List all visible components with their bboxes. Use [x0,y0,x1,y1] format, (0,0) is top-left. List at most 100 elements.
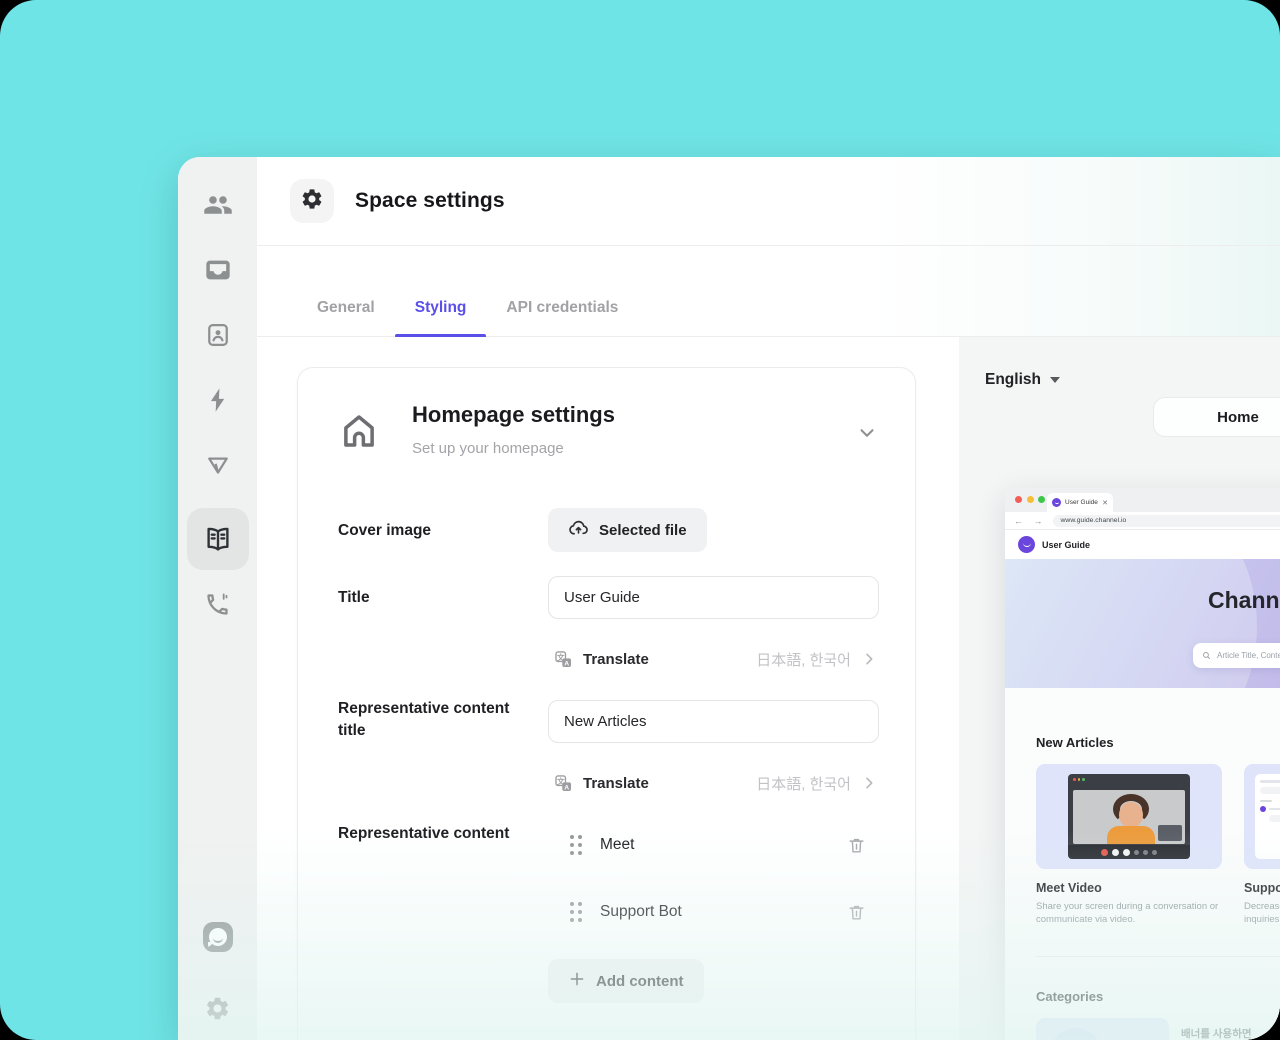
article-description: Share your screen during a conversation … [1036,901,1219,926]
search-placeholder: Article Title, Content [1217,651,1280,660]
sidebar [178,157,257,1040]
book-icon [203,524,233,554]
sidebar-item-contacts[interactable] [190,313,246,357]
language-dropdown[interactable]: English [985,371,1060,389]
sidebar-item-calls[interactable] [190,582,246,626]
trash-icon[interactable] [847,836,866,855]
video-call-thumbnail [1068,774,1190,859]
lightning-icon [204,386,232,414]
site-header: User Guide [1005,530,1280,559]
translate-icon: 文A [554,650,573,669]
plus-icon [568,970,586,992]
browser-chrome-bar: User Guide ✕ [1005,488,1280,512]
channel-logo-icon [1052,498,1061,507]
translate-label: Translate [583,650,649,668]
page-header: Space settings [257,157,1280,246]
home-icon [338,410,380,457]
category-caption: 배너를 사용하면 [1181,1028,1252,1040]
contact-card-icon [204,321,232,349]
phone-icon [204,591,231,618]
tab-bar: General Styling API credentials [257,246,1280,338]
browser-url-bar: ← → www.guide.channel.io [1005,512,1280,530]
gear-icon [204,995,231,1022]
content-item-label: Support Bot [600,903,682,920]
traffic-lights-icon [1015,496,1045,503]
traffic-lights-icon [1073,778,1085,781]
browser-tab: User Guide ✕ [1047,493,1113,512]
svg-text:A: A [564,784,569,791]
card-title: Homepage settings [412,402,615,427]
category-card [1036,1018,1169,1040]
search-icon [1202,647,1211,665]
site-name: User Guide [1042,539,1091,550]
translate-languages: 日本語, 한국어 [756,775,851,793]
settings-pane: Homepage settings Set up your homepage C… [257,337,959,1040]
browser-tab-title: User Guide [1065,499,1098,506]
app-window: Space settings General Styling API crede… [178,157,1280,1040]
caret-down-icon [1049,377,1060,383]
sidebar-item-settings[interactable] [190,986,246,1030]
chat-ui-thumbnail [1255,774,1280,859]
preview-pane: English Home User Guide ✕ ← → www.guide.… [959,337,1280,1040]
language-label: English [985,371,1041,388]
sidebar-item-automation[interactable] [190,378,246,422]
page-title: Space settings [355,189,505,212]
tab-general[interactable]: General [297,299,395,336]
people-icon [203,190,233,220]
sidebar-item-inbox[interactable] [190,248,246,292]
browser-mockup: User Guide ✕ ← → www.guide.channel.io Us… [1005,488,1280,1040]
title-label: Title [338,589,370,606]
new-articles-heading: New Articles [1036,735,1114,750]
translate-label: Translate [583,774,649,792]
article-description-line: inquiries [1244,914,1280,926]
section-divider [1036,956,1280,957]
paper-plane-icon [204,451,232,479]
sidebar-item-messenger[interactable] [202,922,233,952]
sidebar-item-people[interactable] [190,183,246,227]
svg-text:A: A [564,660,569,667]
content-item-row: Support Bot [548,898,879,926]
back-forward-icons: ← → [1014,515,1047,526]
tab-styling[interactable]: Styling [394,299,487,338]
trash-icon[interactable] [847,903,866,922]
close-icon: ✕ [1102,499,1108,507]
translate-row-rep-title[interactable]: 文A Translate 日本語, 한국어 [548,769,879,797]
translate-row-title[interactable]: 文A Translate 日本語, 한국어 [548,645,879,673]
content-item-label: Meet [600,836,635,853]
sidebar-item-campaigns[interactable] [190,443,246,487]
selected-file-button[interactable]: Selected file [548,508,707,552]
homepage-settings-card: Homepage settings Set up your homepage C… [297,367,916,1040]
screen-backdrop: Space settings General Styling API crede… [0,0,1280,1040]
add-content-button[interactable]: Add content [548,959,704,1003]
chevron-right-icon [861,775,877,791]
call-controls [1068,845,1190,859]
cover-image-label: Cover image [338,522,432,539]
selected-file-label: Selected file [599,521,687,539]
article-title: Support Bot [1244,881,1280,895]
rep-content-title-input[interactable] [548,700,879,743]
url-field: www.guide.channel.io [1052,514,1280,527]
preview-tab-home[interactable]: Home [1153,397,1280,437]
pip-thumbnail [1158,825,1182,841]
translate-languages: 日本語, 한국어 [756,651,851,669]
article-card-meet-video [1036,764,1222,869]
title-input[interactable] [548,576,879,619]
article-title: Meet Video [1036,881,1102,895]
hero-banner: Channel Article Title, Content [1005,559,1280,688]
drag-handle-icon[interactable] [570,902,584,922]
chevron-down-icon[interactable] [856,422,878,449]
categories-heading: Categories [1036,989,1104,1004]
space-settings-icon-chip [290,179,334,223]
user-guide-logo-icon [1018,536,1035,553]
main-area: Space settings General Styling API crede… [257,157,1280,1040]
article-card-support-bot [1244,764,1280,869]
sidebar-item-guide[interactable] [186,508,249,570]
inbox-icon [204,256,232,284]
video-frame [1073,790,1185,844]
rep-content-title-label: Representative content title [338,700,510,739]
hero-title: Channel [1208,587,1280,613]
drag-handle-icon[interactable] [570,835,584,855]
tab-api-credentials[interactable]: API credentials [486,299,638,336]
rep-content-label: Representative content [338,825,510,842]
site-body: New Articles Meet Video Share your scree… [1005,688,1280,1040]
